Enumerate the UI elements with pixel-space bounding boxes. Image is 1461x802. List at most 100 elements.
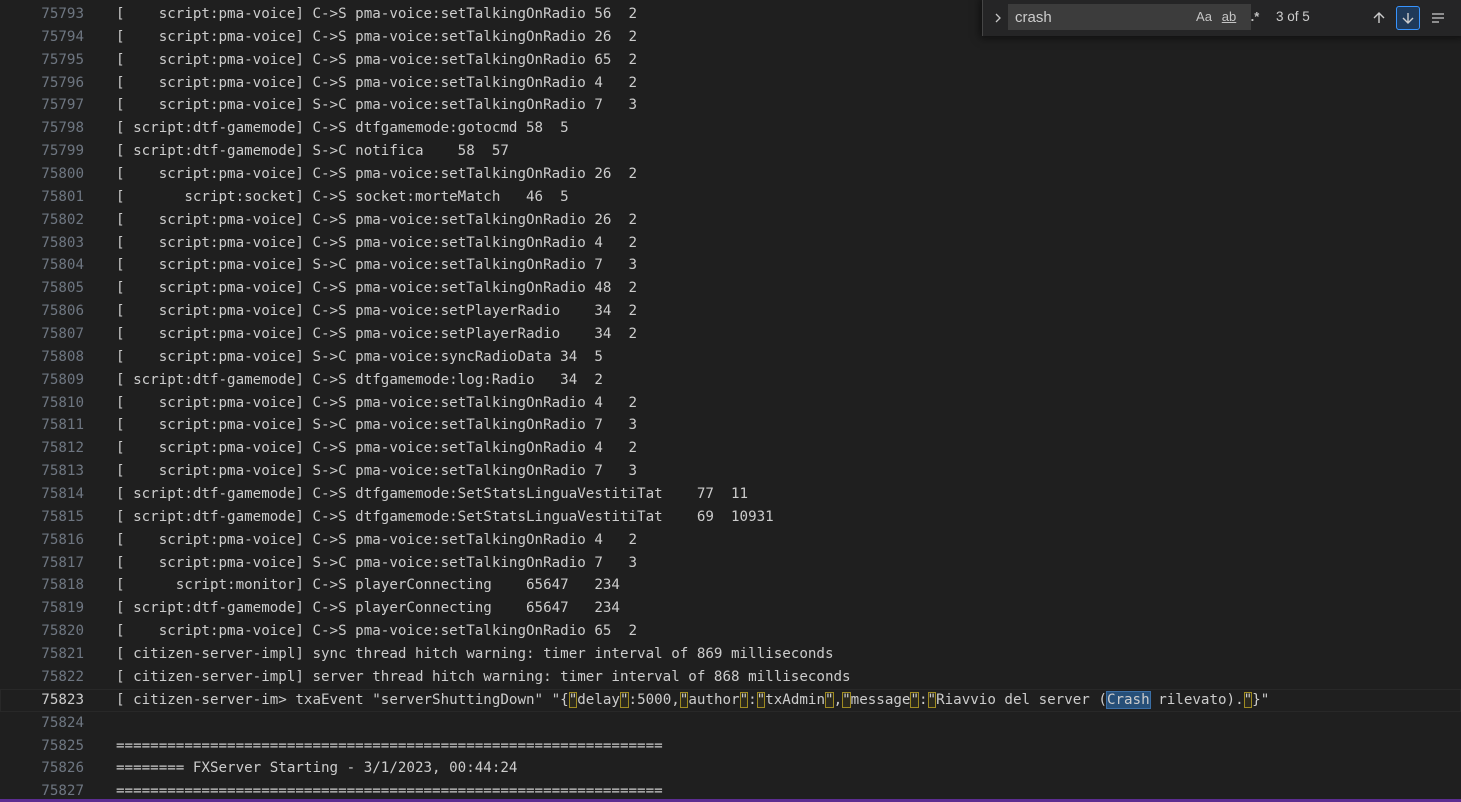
line-text: [ script:pma-voice] C->S pma-voice:setTa… (116, 440, 638, 457)
text-segment: :5000, (628, 691, 680, 708)
line-text: [ script:pma-voice] C->S pma-voice:setTa… (116, 280, 638, 297)
line-number: 75797 (41, 97, 84, 114)
search-match-highlight: " (1243, 691, 1253, 708)
line-text: [ script:socket] C->S socket:morteMatch … (116, 188, 569, 205)
line-text: [ script:dtf-gamemode] S->C notifica 58 … (116, 143, 509, 160)
match-whole-word-button[interactable]: ab (1219, 8, 1239, 26)
current-editor-line[interactable]: 75823 [ citizen-server-im> txaEvent "serv… (0, 688, 1461, 712)
line-text: [ script:pma-voice] C->S pma-voice:setTa… (116, 51, 638, 68)
toggle-replace-button[interactable] (987, 6, 1009, 30)
editor-line[interactable]: 75819 [ script:dtf-gamemode] C->S playerC… (0, 597, 1461, 620)
search-match-highlight: " (842, 691, 851, 708)
search-match-highlight: " (739, 691, 749, 708)
editor-line[interactable]: 75800 [ script:pma-voice] C->S pma-voice:… (0, 163, 1461, 186)
editor-line[interactable]: 75799 [ script:dtf-gamemode] S->C notific… (0, 140, 1461, 163)
line-number: 75794 (41, 28, 84, 45)
line-text: [ script:pma-voice] C->S pma-voice:setTa… (116, 623, 638, 640)
editor-line[interactable]: 75815 [ script:dtf-gamemode] C->S dtfgame… (0, 506, 1461, 529)
line-number: 75824 (41, 714, 84, 731)
line-text: [ script:dtf-gamemode] C->S dtfgamemode:… (116, 120, 569, 137)
line-number: 75815 (41, 508, 84, 525)
editor-line[interactable]: 75798 [ script:dtf-gamemode] C->S dtfgame… (0, 117, 1461, 140)
editor-line[interactable]: 75813 [ script:pma-voice] S->C pma-voice:… (0, 460, 1461, 483)
line-number: 75798 (41, 120, 84, 137)
search-match-highlight: " (756, 691, 766, 708)
line-text: [ script:pma-voice] C->S pma-voice:setTa… (116, 211, 638, 228)
editor-line[interactable]: 75826 ======== FXServer Starting - 3/1/20… (0, 757, 1461, 780)
match-case-button[interactable]: Aa (1195, 8, 1213, 26)
editor-line[interactable]: 75801 [ script:socket] C->S socket:morteM… (0, 186, 1461, 209)
editor-line[interactable]: 75821 [ citizen-server-impl] sync thread … (0, 643, 1461, 666)
line-number: 75816 (41, 531, 84, 548)
text-segment: author (688, 691, 740, 708)
match-count: 3 of 5 (1276, 9, 1310, 24)
editor-line[interactable]: 75814 [ script:dtf-gamemode] C->S dtfgame… (0, 483, 1461, 506)
search-match-highlight: " (910, 691, 919, 708)
line-text: [ script:pma-voice] S->C pma-voice:setTa… (116, 554, 638, 571)
line-number: 75820 (41, 623, 84, 640)
editor-line[interactable]: 75820 [ script:pma-voice] C->S pma-voice:… (0, 620, 1461, 643)
find-input[interactable] (1015, 7, 1185, 27)
text-segment: rilevato). (1149, 691, 1244, 708)
line-number: 75806 (41, 303, 84, 320)
line-number: 75808 (41, 348, 84, 365)
search-match-highlight: " (927, 691, 937, 708)
editor-line[interactable]: 75822 [ citizen-server-impl] server threa… (0, 666, 1461, 689)
editor-line[interactable]: 75825 ===================================… (0, 735, 1461, 758)
line-number: 75801 (41, 188, 84, 205)
line-number: 75819 (41, 600, 84, 617)
search-match-highlight: " (568, 691, 578, 708)
line-text: ========================================… (116, 737, 663, 754)
line-number: 75811 (41, 417, 84, 434)
editor[interactable]: 75793 [ script:pma-voice] C->S pma-voice:… (0, 0, 1461, 802)
editor-line[interactable]: 75809 [ script:dtf-gamemode] C->S dtfgame… (0, 369, 1461, 392)
use-regex-button[interactable]: .* (1246, 8, 1264, 26)
text-segment: [ citizen-server-im> txaEvent "serverShu… (116, 691, 569, 708)
editor-line[interactable]: 75802 [ script:pma-voice] C->S pma-voice:… (0, 209, 1461, 232)
editor-line[interactable]: 75796 [ script:pma-voice] C->S pma-voice:… (0, 72, 1461, 95)
editor-line[interactable]: 75797 [ script:pma-voice] S->C pma-voice:… (0, 94, 1461, 117)
editor-line[interactable]: 75812 [ script:pma-voice] C->S pma-voice:… (0, 437, 1461, 460)
line-text: [ script:dtf-gamemode] C->S playerConnec… (116, 600, 620, 617)
find-in-selection-button[interactable] (1426, 6, 1450, 30)
line-number: 75804 (41, 257, 84, 274)
line-text: [ script:dtf-gamemode] C->S dtfgamemode:… (116, 371, 603, 388)
editor-line[interactable]: 75803 [ script:pma-voice] C->S pma-voice:… (0, 232, 1461, 255)
line-number: 75810 (41, 394, 84, 411)
find-widget: Aa ab .* 3 of 5 (982, 0, 1461, 36)
line-text: [ script:dtf-gamemode] C->S dtfgamemode:… (116, 486, 749, 503)
editor-line[interactable]: 75818 [ script:monitor] C->S playerConnec… (0, 574, 1461, 597)
line-number: 75805 (41, 280, 84, 297)
line-text: [ script:pma-voice] C->S pma-voice:setPl… (116, 303, 638, 320)
line-text: [ script:pma-voice] C->S pma-voice:setPl… (116, 326, 638, 343)
next-match-button[interactable] (1396, 6, 1420, 30)
chevron-right-icon (995, 13, 1001, 23)
line-text: [ script:monitor] C->S playerConnecting … (116, 577, 620, 594)
text-segment: Riavvio del server ( (936, 691, 1107, 708)
editor-line[interactable]: 75810 [ script:pma-voice] C->S pma-voice:… (0, 392, 1461, 415)
editor-line[interactable]: 75817 [ script:pma-voice] S->C pma-voice:… (0, 552, 1461, 575)
line-text: [ script:pma-voice] C->S pma-voice:setTa… (116, 6, 638, 22)
text-segment: message (850, 691, 911, 708)
line-text: [ citizen-server-im> txaEvent "serverShu… (116, 689, 1269, 712)
previous-match-button[interactable] (1367, 6, 1391, 30)
editor-line[interactable]: 75824 (0, 712, 1461, 735)
text-segment: , (833, 691, 843, 708)
editor-line[interactable]: 75808 [ script:pma-voice] S->C pma-voice:… (0, 346, 1461, 369)
arrow-up-icon (1373, 12, 1385, 23)
search-match-highlight: " (619, 691, 629, 708)
editor-line[interactable]: 75806 [ script:pma-voice] C->S pma-voice:… (0, 300, 1461, 323)
line-number: 75814 (41, 486, 84, 503)
line-number: 75825 (41, 737, 84, 754)
editor-line[interactable]: 75807 [ script:pma-voice] C->S pma-voice:… (0, 323, 1461, 346)
text-segment: }" (1252, 691, 1270, 708)
line-text: [ script:pma-voice] C->S pma-voice:setTa… (116, 394, 638, 411)
editor-line[interactable]: 75811 [ script:pma-voice] S->C pma-voice:… (0, 414, 1461, 437)
line-number: 75813 (41, 463, 84, 480)
editor-line[interactable]: 75804 [ script:pma-voice] S->C pma-voice:… (0, 254, 1461, 277)
line-number: 75796 (41, 74, 84, 91)
line-number: 75795 (41, 51, 84, 68)
editor-line[interactable]: 75795 [ script:pma-voice] C->S pma-voice:… (0, 49, 1461, 72)
editor-line[interactable]: 75816 [ script:pma-voice] C->S pma-voice:… (0, 529, 1461, 552)
editor-line[interactable]: 75805 [ script:pma-voice] C->S pma-voice:… (0, 277, 1461, 300)
